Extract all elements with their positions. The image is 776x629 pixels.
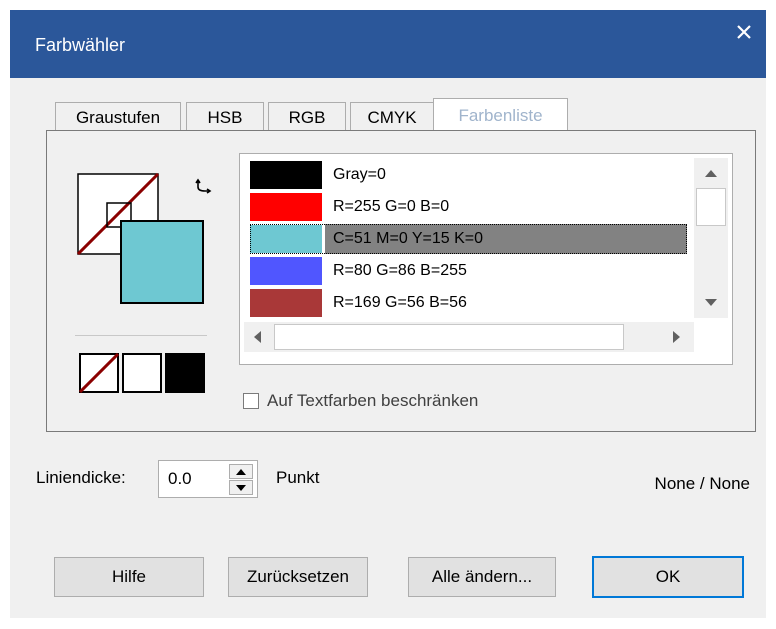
tab-panel: Gray=0 R=255 G=0 B=0 C=51 M=0 Y=15 K=0 R…: [46, 130, 756, 432]
color-swatch: [250, 193, 322, 221]
status-text: None / None: [654, 474, 750, 493]
close-button[interactable]: [722, 10, 766, 54]
list-item-selected[interactable]: C=51 M=0 Y=15 K=0: [250, 224, 687, 254]
swap-colors-icon[interactable]: [193, 177, 215, 199]
list-item[interactable]: R=169 G=56 B=56: [250, 288, 687, 318]
restrict-checkbox[interactable]: [243, 393, 259, 409]
list-item-label: R=255 G=0 B=0: [333, 198, 450, 215]
title-bar: Farbwähler: [10, 10, 766, 78]
focus-rectangle: [250, 224, 687, 254]
spin-down-button[interactable]: [229, 480, 253, 495]
list-item-label: Gray=0: [333, 166, 386, 183]
spin-up-button[interactable]: [229, 464, 253, 479]
tab-rgb[interactable]: RGB: [268, 102, 346, 132]
tab-hsb[interactable]: HSB: [186, 102, 264, 132]
scroll-down-icon[interactable]: [704, 298, 718, 308]
ok-button[interactable]: OK: [592, 556, 744, 598]
fill-stroke-proxy[interactable]: [77, 173, 257, 333]
restrict-checkbox-label: Auf Textfarben beschränken: [267, 391, 479, 410]
scroll-right-icon[interactable]: [672, 330, 682, 344]
white-color-button[interactable]: [122, 353, 162, 393]
vertical-scrollbar[interactable]: [694, 158, 728, 318]
scroll-left-icon[interactable]: [252, 330, 262, 344]
list-item-label: R=169 G=56 B=56: [333, 294, 467, 311]
tab-farbenliste[interactable]: Farbenliste: [433, 98, 568, 132]
divider: [75, 335, 207, 336]
color-swatch: [250, 289, 322, 317]
list-item[interactable]: R=80 G=86 B=255: [250, 256, 687, 286]
change-all-button[interactable]: Alle ändern...: [408, 557, 556, 597]
line-width-label: Liniendicke:: [36, 468, 126, 487]
scroll-thumb[interactable]: [274, 324, 624, 350]
close-icon: [737, 25, 751, 39]
restrict-to-text-colors[interactable]: Auf Textfarben beschränken: [243, 391, 478, 411]
none-color-button[interactable]: [79, 353, 119, 393]
color-swatch: [250, 257, 322, 285]
spin-down-icon: [236, 484, 246, 491]
color-list[interactable]: Gray=0 R=255 G=0 B=0 C=51 M=0 Y=15 K=0 R…: [239, 153, 733, 365]
scroll-up-icon[interactable]: [704, 168, 718, 178]
line-width-input[interactable]: 0.0: [168, 469, 192, 489]
horizontal-scrollbar[interactable]: [244, 322, 694, 352]
window-title: Farbwähler: [35, 35, 126, 55]
tab-graustufen[interactable]: Graustufen: [55, 102, 181, 132]
tab-cmyk[interactable]: CMYK: [350, 102, 434, 132]
color-swatch: [250, 161, 322, 189]
help-button[interactable]: Hilfe: [54, 557, 204, 597]
list-item-label: R=80 G=86 B=255: [333, 262, 467, 279]
color-picker-dialog: Farbwähler Graustufen HSB RGB CMYK Farbe…: [10, 10, 766, 618]
reset-button[interactable]: Zurücksetzen: [228, 557, 368, 597]
spin-up-icon: [236, 468, 246, 475]
black-color-button[interactable]: [165, 353, 205, 393]
line-width-unit: Punkt: [276, 468, 320, 487]
scroll-thumb[interactable]: [696, 188, 726, 226]
list-item[interactable]: Gray=0: [250, 160, 687, 190]
line-width-spinbox: 0.0: [158, 460, 258, 498]
list-item[interactable]: R=255 G=0 B=0: [250, 192, 687, 222]
